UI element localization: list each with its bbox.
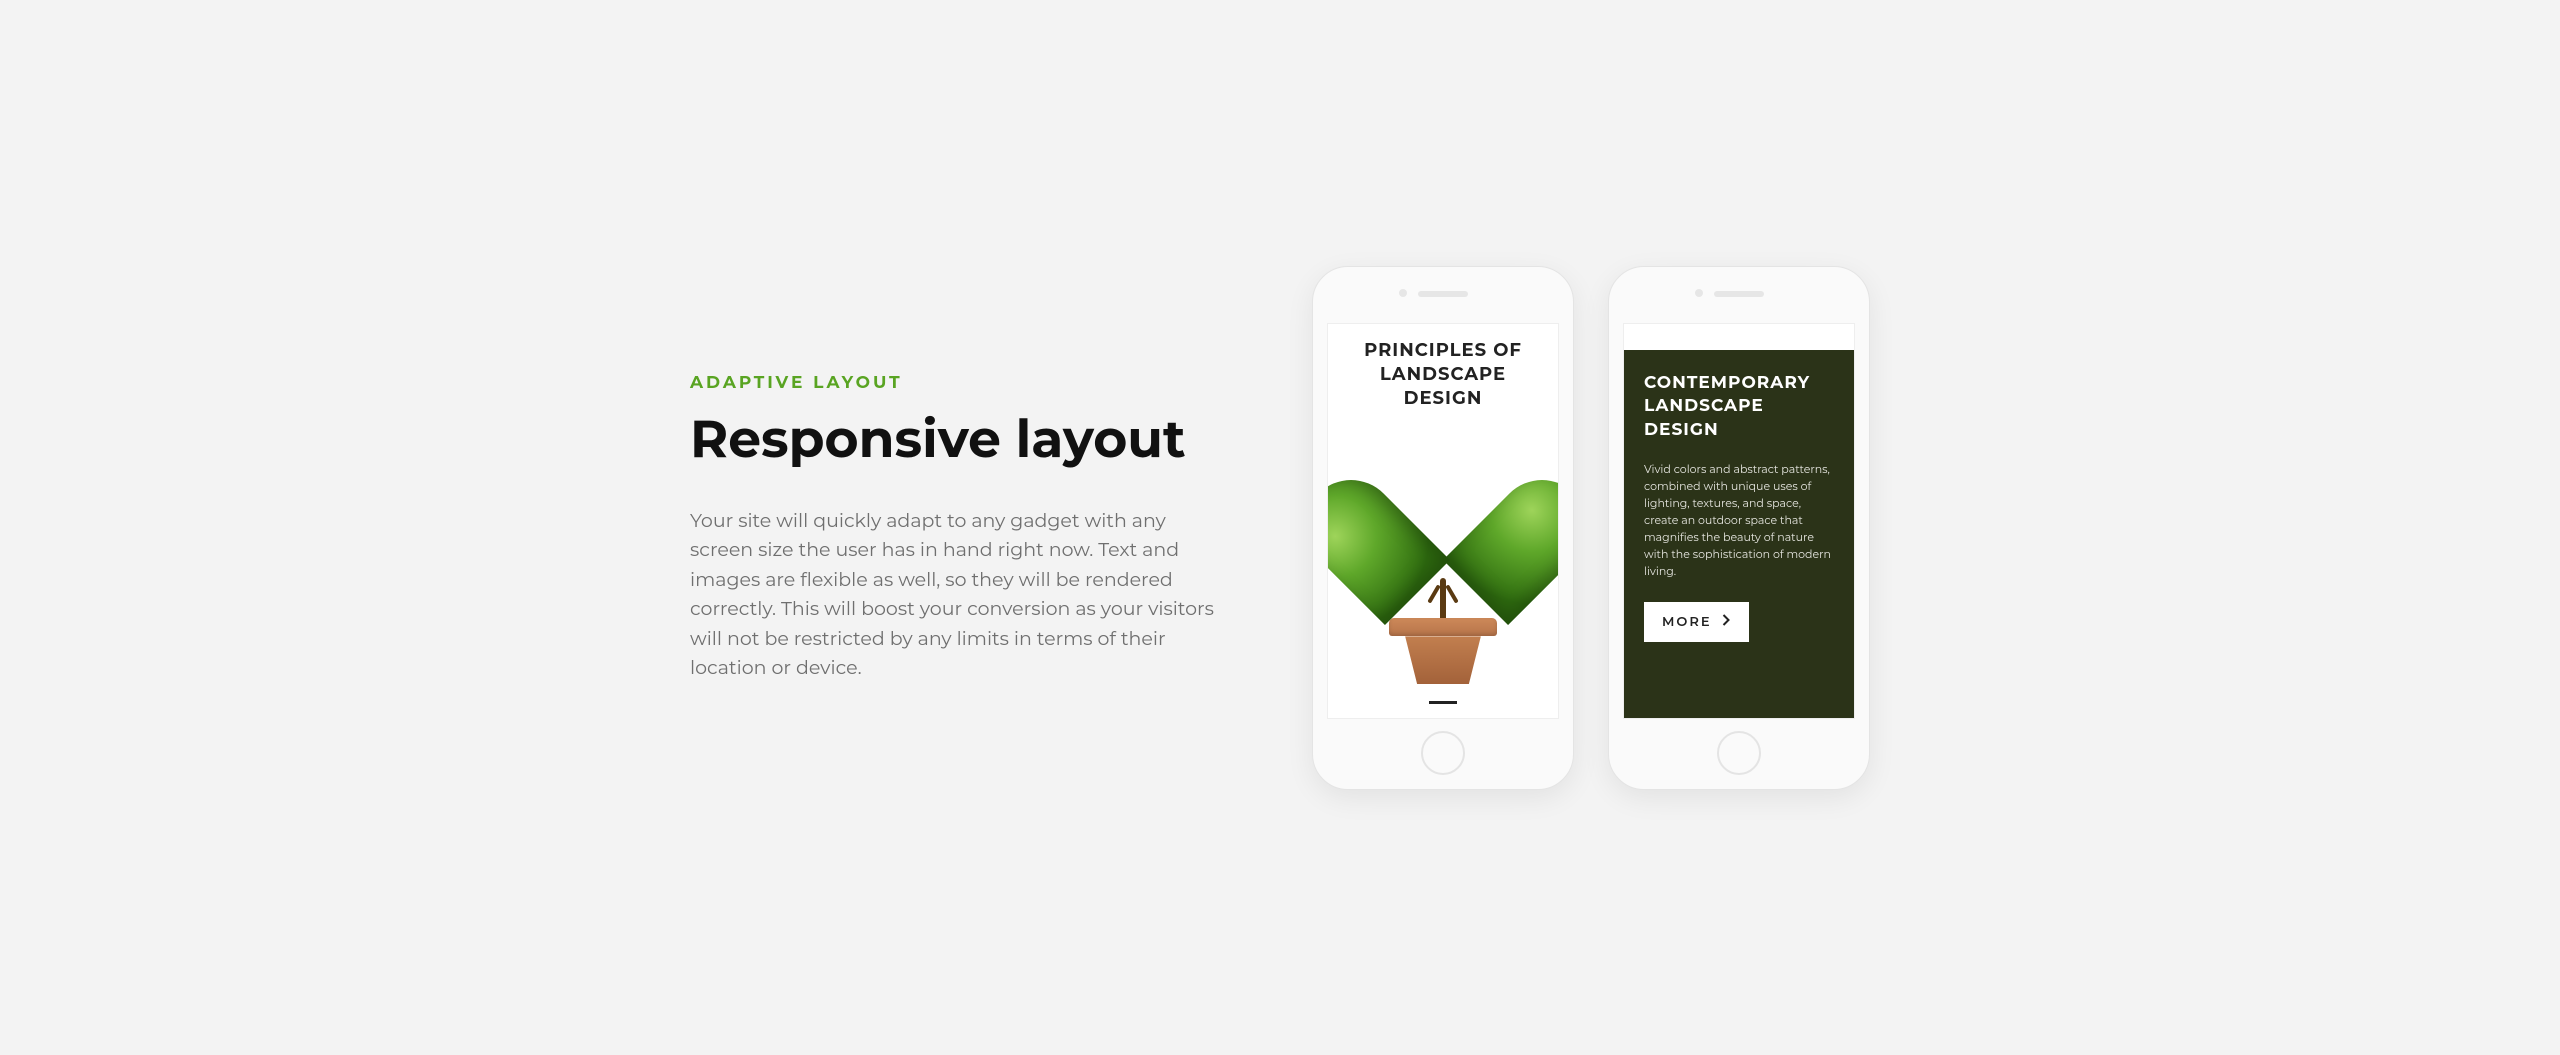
phone-2-title-line: CONTEMPORARY	[1644, 372, 1834, 396]
phone-2-header-gap	[1624, 324, 1854, 350]
phone-2-title-line: DESIGN	[1644, 419, 1834, 443]
phone-mockup-1: PRINCIPLES OF LANDSCAPE DESIGN	[1312, 266, 1574, 790]
text-column: ADAPTIVE LAYOUT Responsive layout Your s…	[690, 373, 1232, 683]
phone-home-button-icon	[1421, 731, 1465, 775]
feature-section: ADAPTIVE LAYOUT Responsive layout Your s…	[690, 266, 1870, 790]
eyebrow-label: ADAPTIVE LAYOUT	[690, 373, 1232, 393]
phone-2-screen: CONTEMPORARY LANDSCAPE DESIGN Vivid colo…	[1623, 323, 1855, 719]
heart-bush-icon	[1358, 420, 1528, 570]
phone-1-title-line: PRINCIPLES OF	[1338, 338, 1548, 362]
phone-mockups: PRINCIPLES OF LANDSCAPE DESIGN	[1312, 266, 1870, 790]
plant-pot-icon	[1389, 618, 1497, 684]
phone-home-button-icon	[1717, 731, 1761, 775]
phone-1-screen: PRINCIPLES OF LANDSCAPE DESIGN	[1327, 323, 1559, 719]
carousel-indicator	[1429, 701, 1457, 704]
phone-1-title-line: DESIGN	[1338, 386, 1548, 410]
phone-1-title-line: LANDSCAPE	[1338, 362, 1548, 386]
phone-2-panel: CONTEMPORARY LANDSCAPE DESIGN Vivid colo…	[1624, 350, 1854, 718]
topiary-heart-illustration	[1328, 420, 1558, 680]
phone-camera-dot	[1399, 289, 1407, 297]
chevron-right-icon	[1722, 614, 1731, 630]
phone-mockup-2: CONTEMPORARY LANDSCAPE DESIGN Vivid colo…	[1608, 266, 1870, 790]
phone-1-title: PRINCIPLES OF LANDSCAPE DESIGN	[1328, 324, 1558, 415]
more-button[interactable]: MORE	[1644, 602, 1749, 642]
phone-2-title: CONTEMPORARY LANDSCAPE DESIGN	[1644, 372, 1834, 443]
phone-2-title-line: LANDSCAPE	[1644, 395, 1834, 419]
headline: Responsive layout	[690, 411, 1232, 468]
more-button-label: MORE	[1662, 614, 1712, 630]
phone-2-body: Vivid colors and abstract patterns, comb…	[1644, 461, 1834, 580]
phone-camera-dot	[1695, 289, 1703, 297]
body-text: Your site will quickly adapt to any gadg…	[690, 506, 1232, 683]
plant-trunk-icon	[1440, 578, 1446, 622]
